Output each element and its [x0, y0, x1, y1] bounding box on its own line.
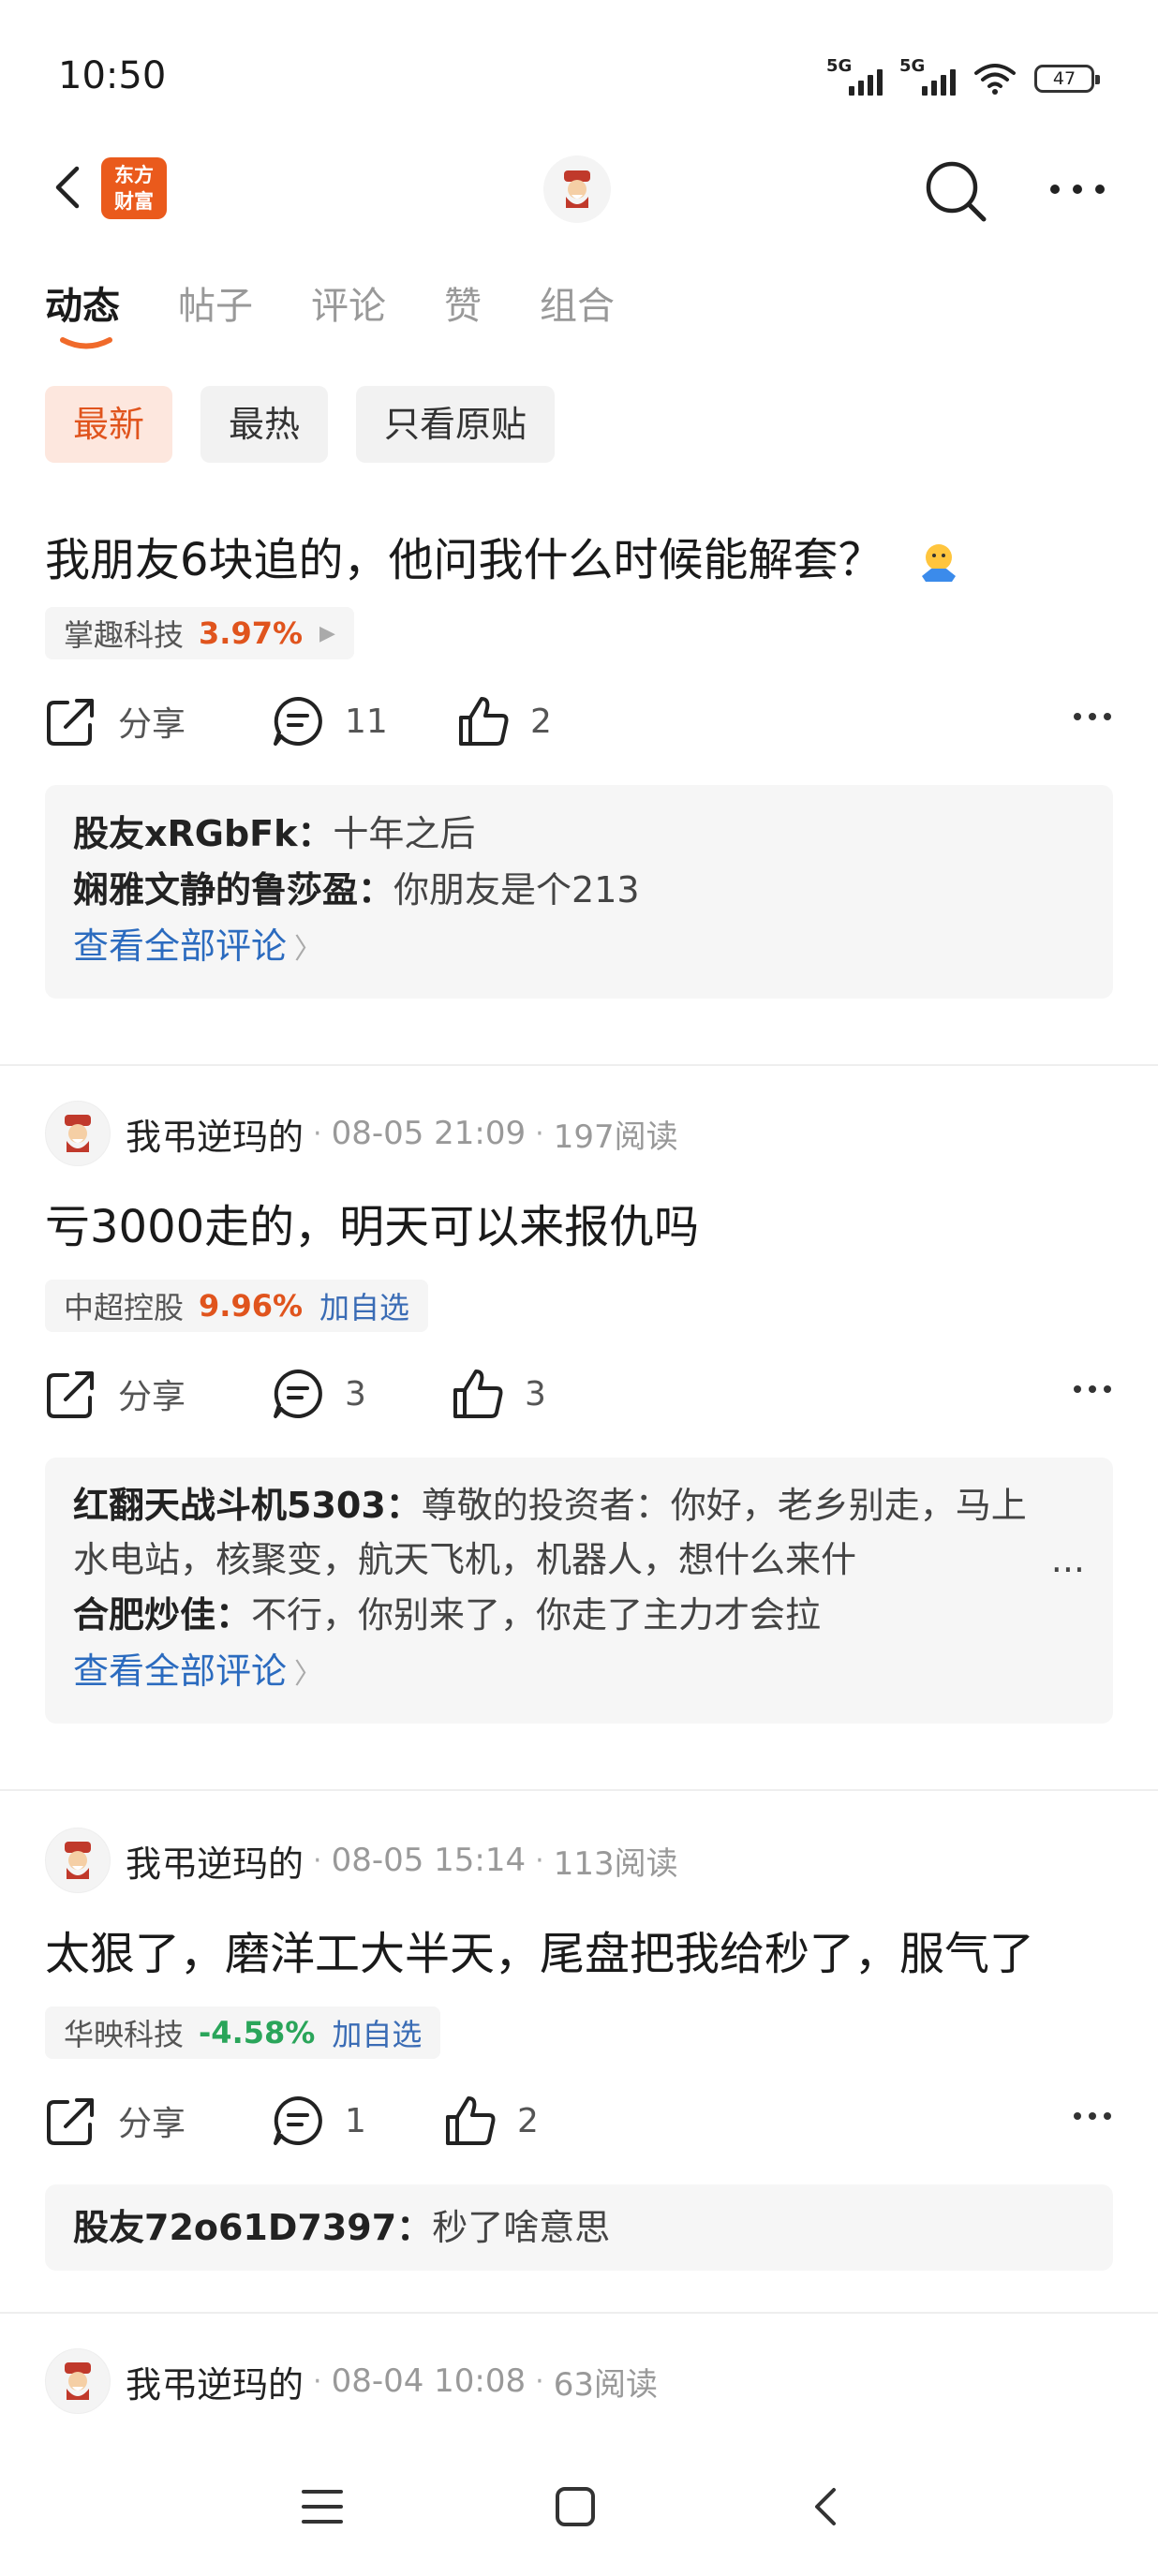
comment-icon	[274, 697, 322, 746]
home-icon[interactable]	[555, 2486, 596, 2527]
tab-comments[interactable]: 评论	[311, 275, 386, 330]
god-of-wealth-avatar-icon	[65, 2362, 91, 2400]
post-date: 08-04 10:08	[331, 2362, 527, 2400]
tab-dynamic[interactable]: 动态	[45, 275, 120, 330]
god-of-wealth-avatar-icon	[564, 170, 590, 208]
post-more-icon[interactable]	[1072, 1383, 1113, 1396]
share-icon	[47, 699, 94, 746]
read-count: 197阅读	[553, 1118, 678, 1156]
more-options-icon[interactable]	[1047, 172, 1107, 206]
author-avatar[interactable]	[45, 1101, 111, 1166]
top-header: 东方 财富	[0, 141, 1158, 234]
like-button[interactable]: 2	[457, 695, 552, 748]
add-watchlist-button[interactable]: 加自选	[332, 2011, 422, 2054]
cellular-signal-icon-2: 5G	[899, 56, 956, 96]
author-avatar[interactable]	[45, 1828, 111, 1893]
view-all-comments-link[interactable]: 查看全部评论〉	[73, 1643, 1085, 1703]
god-of-wealth-avatar-icon	[65, 1115, 91, 1152]
comment-item: 娴雅文静的鲁莎盈：你朋友是个213	[73, 869, 640, 910]
comment-preview[interactable]: 股友72o61D7397：秒了啥意思	[45, 2184, 1113, 2271]
menu-icon[interactable]	[302, 2488, 343, 2525]
stock-tag[interactable]: 掌趣科技 3.97% ▶	[45, 607, 354, 659]
filter-latest[interactable]: 最新	[45, 386, 173, 463]
tab-likes[interactable]: 赞	[444, 275, 482, 330]
post-actions: 分享 11 2	[45, 695, 1113, 761]
comment-button[interactable]: 1	[272, 2095, 366, 2147]
comment-item: 股友72o61D7397：秒了啥意思	[73, 2207, 611, 2248]
arrow-right-icon: ▶	[319, 621, 335, 645]
comment-icon	[274, 2096, 322, 2145]
comment-icon	[274, 1369, 322, 1418]
like-button[interactable]: 2	[444, 2095, 539, 2147]
thumbs-up-icon	[446, 2096, 496, 2145]
divider	[0, 2312, 1158, 2314]
thumbs-up-icon	[459, 697, 509, 746]
author-name[interactable]: 我弔逆玛的	[126, 2356, 304, 2407]
status-time: 10:50	[58, 54, 167, 97]
tab-portfolio[interactable]: 组合	[540, 275, 615, 330]
post-text[interactable]: 亏3000走的，明天可以来报仇吗	[45, 1190, 699, 1255]
post-actions: 分享 3 3	[45, 1368, 1113, 1433]
back-arrow-icon[interactable]	[45, 161, 97, 214]
author-name[interactable]: 我弔逆玛的	[126, 1835, 304, 1887]
status-icons: 5G 5G 47	[826, 56, 1100, 99]
post-meta: 我弔逆玛的 · 08-05 21:09 · 197阅读	[45, 1100, 678, 1167]
user-avatar[interactable]	[543, 155, 611, 223]
read-count: 63阅读	[553, 2365, 658, 2404]
author-avatar[interactable]	[45, 2348, 111, 2414]
app-logo[interactable]: 东方 财富	[101, 157, 167, 219]
god-of-wealth-avatar-icon	[65, 1842, 91, 1879]
status-bar: 10:50 5G 5G 47	[0, 0, 1158, 141]
post-actions: 分享 1 2	[45, 2095, 1113, 2160]
share-icon	[47, 2098, 94, 2145]
stock-tag[interactable]: 华映科技 -4.58% 加自选	[45, 2006, 441, 2059]
comment-preview[interactable]: 股友xRGbFk：十年之后 娴雅文静的鲁莎盈：你朋友是个213 查看全部评论〉	[45, 785, 1113, 999]
cellular-signal-icon: 5G	[826, 56, 883, 96]
active-tab-indicator	[60, 337, 112, 349]
read-count: 113阅读	[553, 1844, 678, 1883]
filter-chips: 最新 最热 只看原贴	[45, 386, 556, 463]
filter-original-only[interactable]: 只看原贴	[356, 386, 556, 463]
view-all-comments-link[interactable]: 查看全部评论〉	[73, 918, 1085, 978]
stock-tag[interactable]: 中超控股 9.96% 加自选	[45, 1280, 429, 1332]
post-text[interactable]: 太狠了，磨洋工大半天，尾盘把我给秒了，服气了	[45, 1917, 1034, 1982]
system-nav-bar	[0, 2435, 1158, 2576]
post-more-icon[interactable]	[1072, 2110, 1113, 2123]
like-button[interactable]: 3	[452, 1368, 546, 1420]
comment-item: 合肥炒佳：不行，你别来了，你走了主力才会拉	[73, 1594, 822, 1636]
nav-back-icon[interactable]	[811, 2486, 839, 2527]
add-watchlist-button[interactable]: 加自选	[319, 1284, 409, 1327]
chevron-right-icon: 〉	[294, 933, 323, 966]
comment-button[interactable]: 11	[272, 695, 388, 748]
post-date: 08-05 21:09	[331, 1115, 527, 1152]
profile-tabs: 动态 帖子 评论 赞 组合	[45, 275, 673, 330]
shrug-emoji-icon	[921, 544, 956, 582]
search-icon[interactable]	[922, 157, 989, 225]
post-meta: 我弔逆玛的 · 08-05 15:14 · 113阅读	[45, 1827, 678, 1894]
comment-item: 股友xRGbFk：十年之后	[73, 813, 476, 854]
comment-item: 红翻天战斗机5303：尊敬的投资者：你好，老乡别走，马上水电站，核聚变，航天飞机…	[73, 1485, 1085, 1580]
author-name[interactable]: 我弔逆玛的	[126, 1108, 304, 1160]
share-button[interactable]: 分享	[45, 2095, 186, 2147]
share-button[interactable]: 分享	[45, 695, 186, 748]
post-date: 08-05 15:14	[331, 1842, 527, 1879]
comment-button[interactable]: 3	[272, 1368, 366, 1420]
post-text[interactable]: 我朋友6块追的，他问我什么时候能解套？	[45, 523, 963, 588]
wifi-icon	[974, 64, 1016, 95]
share-icon	[47, 1371, 94, 1418]
divider	[0, 1789, 1158, 1791]
share-button[interactable]: 分享	[45, 1368, 186, 1420]
comment-preview[interactable]: 红翻天战斗机5303：尊敬的投资者：你好，老乡别走，马上水电站，核聚变，航天飞机…	[45, 1458, 1113, 1724]
thumbs-up-icon	[453, 1369, 503, 1418]
post-more-icon[interactable]	[1072, 710, 1113, 723]
divider	[0, 1064, 1158, 1066]
battery-indicator: 47	[1034, 65, 1100, 93]
filter-hottest[interactable]: 最热	[200, 386, 329, 463]
tab-posts[interactable]: 帖子	[178, 275, 253, 330]
post-meta: 我弔逆玛的 · 08-04 10:08 · 63阅读	[45, 2347, 658, 2415]
chevron-right-icon: 〉	[294, 1658, 323, 1691]
